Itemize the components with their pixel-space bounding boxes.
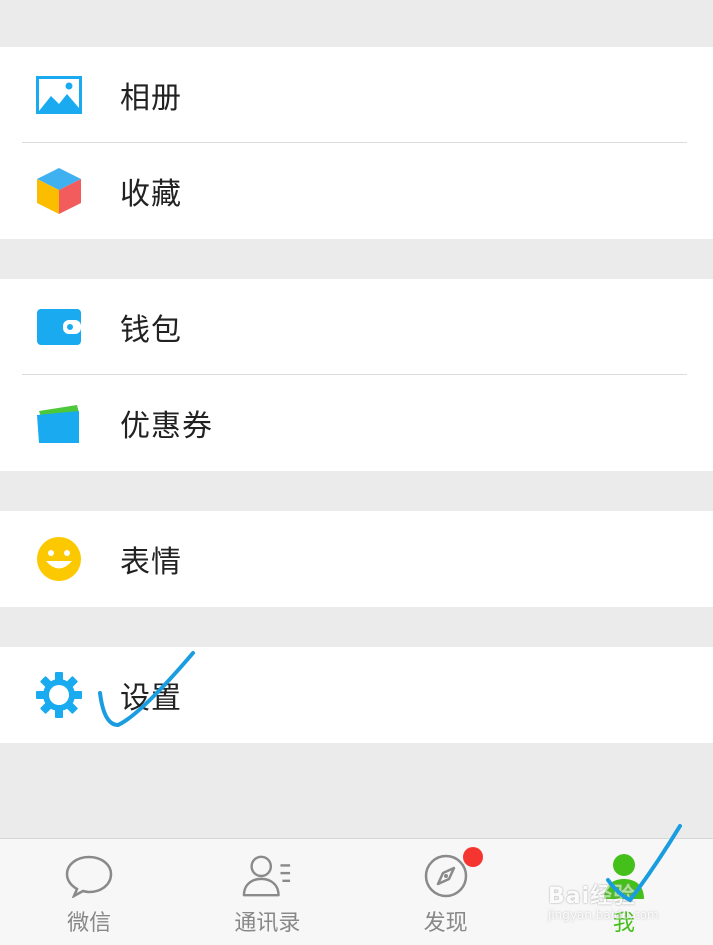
- gear-icon: [36, 672, 82, 718]
- menu-item-stickers[interactable]: 表情: [0, 511, 713, 607]
- wallet-icon: [36, 304, 82, 350]
- menu-item-label: 收藏: [120, 177, 182, 212]
- menu-item-label: 表情: [120, 545, 182, 580]
- group-wallet-coupons: 钱包 优惠券: [0, 279, 713, 471]
- menu-item-label: 钱包: [120, 313, 182, 348]
- baidu-watermark: Bai经验 jingyan.baidu.com: [548, 878, 688, 928]
- watermark-subtext: jingyan.baidu.com: [548, 908, 659, 922]
- watermark-text: Bai经验: [548, 884, 637, 909]
- group-settings: 设置: [0, 647, 713, 743]
- coupon-card-icon: [36, 400, 82, 446]
- tab-chats[interactable]: 微信: [0, 839, 178, 945]
- tab-label: 微信: [67, 911, 112, 936]
- me-page: 相册 收藏 钱包 优惠券 表情 设置 微信 通讯录 发现 我 Bai经验 jin…: [0, 0, 713, 945]
- menu-item-favorites[interactable]: 收藏: [0, 143, 713, 239]
- menu-item-album[interactable]: 相册: [0, 47, 713, 143]
- tab-label: 发现: [423, 911, 468, 936]
- tab-label: 通讯录: [234, 911, 301, 936]
- menu-item-settings[interactable]: 设置: [0, 647, 713, 743]
- contacts-icon: [242, 851, 292, 901]
- group-album-favorites: 相册 收藏: [0, 47, 713, 239]
- menu-item-coupons[interactable]: 优惠券: [0, 375, 713, 471]
- chat-bubble-icon: [64, 851, 114, 901]
- menu-item-label: 优惠券: [120, 409, 213, 444]
- group-stickers: 表情: [0, 511, 713, 607]
- tab-discover[interactable]: 发现: [357, 839, 535, 945]
- notification-badge: [462, 847, 483, 867]
- menu-item-label: 设置: [120, 681, 182, 716]
- favorites-cube-icon: [36, 168, 82, 214]
- menu-item-label: 相册: [120, 81, 182, 116]
- menu-item-wallet[interactable]: 钱包: [0, 279, 713, 375]
- compass-icon: [421, 847, 483, 901]
- tab-contacts[interactable]: 通讯录: [178, 839, 356, 945]
- album-icon: [36, 72, 82, 118]
- smiley-icon: [36, 536, 82, 582]
- top-spacer: [0, 0, 713, 47]
